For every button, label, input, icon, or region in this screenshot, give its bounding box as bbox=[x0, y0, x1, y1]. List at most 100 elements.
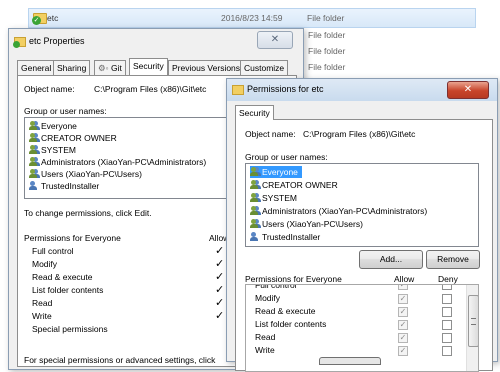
remove-button[interactable]: Remove bbox=[426, 250, 480, 269]
git-status-icon bbox=[13, 41, 20, 48]
tab-general[interactable]: General bbox=[17, 60, 56, 75]
deny-checkbox[interactable] bbox=[442, 285, 452, 290]
perm-row-read: Read bbox=[255, 332, 276, 342]
user-name: TrustedInstaller bbox=[262, 232, 321, 242]
deny-checkbox[interactable] bbox=[442, 333, 452, 343]
git-tab-icon: ⚙◦ bbox=[98, 63, 109, 73]
perm-row-write: Write bbox=[255, 345, 275, 355]
object-name-value: C:\Program Files (x86)\Git\etc bbox=[94, 84, 207, 94]
allow-checkbox[interactable]: ✓ bbox=[398, 294, 408, 304]
group-icon bbox=[250, 180, 260, 189]
checkmark-icon: ✓ bbox=[215, 271, 225, 283]
list-item-users[interactable]: Users (XiaoYan-PC\Users) bbox=[250, 218, 363, 230]
perm-row-read-execute: Read & execute bbox=[255, 306, 316, 316]
change-permissions-text: To change permissions, click Edit. bbox=[24, 208, 152, 218]
deny-checkbox[interactable] bbox=[442, 320, 452, 330]
user-name: Users (XiaoYan-PC\Users) bbox=[262, 219, 363, 229]
list-item-users[interactable]: Users (XiaoYan-PC\Users) bbox=[29, 168, 142, 180]
group-icon bbox=[29, 133, 39, 142]
permissions-panel: Object name: C:\Program Files (x86)\Git\… bbox=[235, 119, 493, 372]
group-names-label: Group or user names: bbox=[24, 106, 107, 116]
object-name-label: Object name: bbox=[24, 84, 75, 94]
explorer-row-date: 2016/8/23 14:59 bbox=[221, 13, 283, 23]
ok-button-partial[interactable] bbox=[319, 357, 381, 365]
allow-checkbox[interactable]: ✓ bbox=[398, 320, 408, 330]
list-item-everyone[interactable]: Everyone bbox=[250, 166, 302, 178]
perm-row-modify: Modify bbox=[255, 293, 281, 303]
tab-git-label: Git bbox=[111, 63, 122, 73]
group-icon bbox=[29, 157, 39, 166]
allow-checkbox[interactable]: ✓ bbox=[398, 307, 408, 317]
folder-icon bbox=[232, 85, 244, 95]
tab-git[interactable]: ⚙◦ Git bbox=[94, 60, 126, 75]
list-item-creator-owner[interactable]: CREATOR OWNER bbox=[250, 179, 338, 191]
list-item-system[interactable]: SYSTEM bbox=[29, 144, 76, 156]
tab-sharing[interactable]: Sharing bbox=[53, 60, 91, 75]
user-icon bbox=[29, 181, 39, 190]
group-icon bbox=[29, 169, 39, 178]
user-name: CREATOR OWNER bbox=[41, 133, 117, 143]
user-name: Administrators (XiaoYan-PC\Administrator… bbox=[41, 157, 207, 167]
permissions-header: Permissions for Everyone bbox=[245, 274, 342, 284]
checkmark-icon: ✓ bbox=[215, 258, 225, 270]
deny-checkbox[interactable] bbox=[442, 307, 452, 317]
perm-row: Modify bbox=[32, 259, 58, 269]
permissions-title: Permissions for etc bbox=[247, 84, 324, 94]
deny-checkbox[interactable] bbox=[442, 294, 452, 304]
checkmark-icon: ✓ bbox=[215, 284, 225, 296]
allow-checkbox[interactable]: ✓ bbox=[398, 346, 408, 356]
group-icon bbox=[250, 219, 260, 228]
allow-checkbox[interactable]: ✓ bbox=[398, 333, 408, 343]
permissions-header: Permissions for Everyone bbox=[24, 233, 121, 243]
grip-icon bbox=[471, 318, 476, 325]
list-item-system[interactable]: SYSTEM bbox=[250, 192, 297, 204]
checkmark-icon: ✓ bbox=[215, 310, 225, 322]
user-name: Administrators (XiaoYan-PC\Administrator… bbox=[262, 206, 428, 216]
perm-row-full-control: Full control bbox=[255, 284, 297, 290]
scrollbar-thumb[interactable] bbox=[468, 295, 478, 347]
object-name-value: C:\Program Files (x86)\Git\etc bbox=[303, 129, 416, 139]
checkmark-icon: ✓ bbox=[215, 297, 225, 309]
checkmark-icon: ✓ bbox=[215, 245, 225, 257]
user-name: Users (XiaoYan-PC\Users) bbox=[41, 169, 142, 179]
user-name: SYSTEM bbox=[41, 145, 76, 155]
user-name: CREATOR OWNER bbox=[262, 180, 338, 190]
list-item-administrators[interactable]: Administrators (XiaoYan-PC\Administrator… bbox=[250, 205, 427, 217]
perm-row: Read bbox=[32, 298, 53, 308]
allow-checkbox[interactable]: ✓ bbox=[398, 285, 408, 290]
list-item-trustedinstaller[interactable]: TrustedInstaller bbox=[29, 180, 99, 192]
group-icon bbox=[29, 145, 39, 154]
explorer-row-etc[interactable]: ✓ etc 2016/8/23 14:59 File folder bbox=[28, 8, 476, 28]
properties-close-button[interactable]: ✕ bbox=[257, 31, 293, 49]
object-name-label: Object name: bbox=[245, 129, 296, 139]
allow-header: Allow bbox=[394, 274, 415, 284]
deny-header: Deny bbox=[438, 274, 458, 284]
perm-row: Special permissions bbox=[32, 324, 108, 334]
explorer-row-type: File folder bbox=[307, 13, 345, 23]
permissions-scrollbar[interactable] bbox=[466, 285, 478, 371]
group-icon bbox=[250, 193, 260, 202]
properties-title: etc Properties bbox=[29, 36, 85, 46]
permissions-close-button[interactable]: ✕ bbox=[447, 81, 489, 99]
list-item-trustedinstaller[interactable]: TrustedInstaller bbox=[250, 231, 320, 243]
tab-security[interactable]: Security bbox=[235, 105, 274, 120]
deny-checkbox[interactable] bbox=[442, 346, 452, 356]
permissions-dialog: Permissions for etc ✕ Security Object na… bbox=[226, 78, 498, 372]
advanced-settings-text: For special permissions or advanced sett… bbox=[24, 355, 216, 365]
user-name: Everyone bbox=[41, 121, 77, 131]
list-item-administrators[interactable]: Administrators (XiaoYan-PC\Administrator… bbox=[29, 156, 206, 168]
tab-customize[interactable]: Customize bbox=[240, 60, 289, 75]
tab-previous-versions[interactable]: Previous Versions bbox=[168, 60, 245, 75]
list-item-everyone[interactable]: Everyone bbox=[29, 120, 77, 132]
add-button[interactable]: Add... bbox=[359, 250, 423, 269]
perm-row-list-folder: List folder contents bbox=[255, 319, 327, 329]
group-icon bbox=[29, 121, 39, 130]
user-name: TrustedInstaller bbox=[41, 181, 100, 191]
git-status-icon: ✓ bbox=[32, 16, 41, 25]
list-item-creator-owner[interactable]: CREATOR OWNER bbox=[29, 132, 117, 144]
user-name: Everyone bbox=[262, 167, 298, 177]
group-icon bbox=[250, 167, 260, 176]
user-icon bbox=[250, 232, 260, 241]
tab-security[interactable]: Security bbox=[129, 58, 168, 75]
user-list[interactable]: Everyone CREATOR OWNER SYSTEM Administra… bbox=[245, 163, 479, 247]
